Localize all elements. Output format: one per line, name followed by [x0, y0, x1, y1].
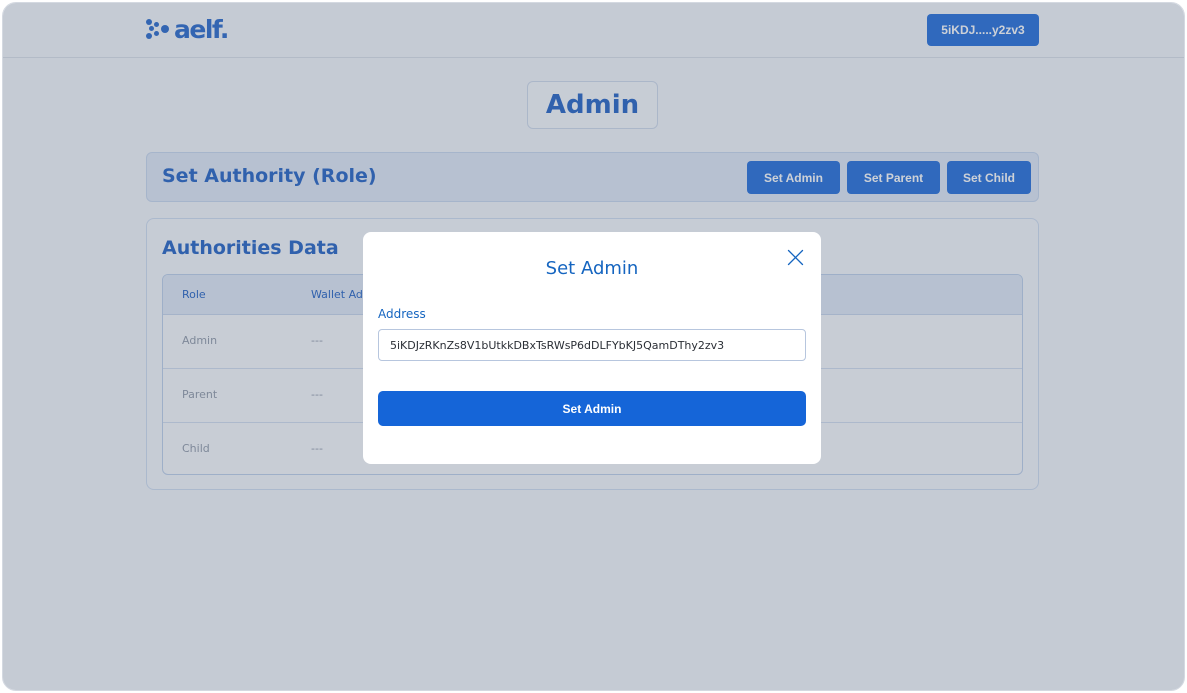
- set-admin-modal: Set Admin Address Set Admin: [363, 232, 821, 464]
- address-label: Address: [378, 307, 426, 321]
- address-input[interactable]: [378, 329, 806, 361]
- set-admin-submit-button[interactable]: Set Admin: [378, 391, 806, 426]
- close-icon[interactable]: [787, 249, 804, 266]
- app-window: aelf. 5iKDJ.....y2zv3 Admin Set Authorit…: [2, 2, 1185, 691]
- modal-title: Set Admin: [545, 258, 639, 279]
